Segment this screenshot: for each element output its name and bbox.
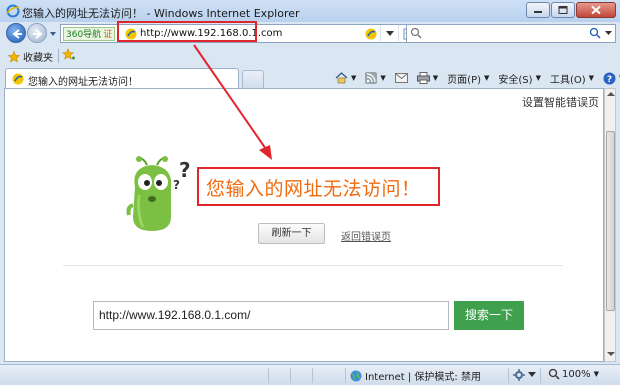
arrow-left-icon <box>12 29 22 39</box>
add-favorite-icon[interactable] <box>62 48 76 62</box>
recent-pages-dropdown-icon[interactable] <box>49 30 57 38</box>
home-button[interactable]: ▼ <box>335 72 356 84</box>
feeds-button[interactable]: ▼ <box>365 72 386 84</box>
scrollbar-thumb[interactable] <box>606 131 615 311</box>
zoom-icon <box>548 368 560 380</box>
page-content: 设置智能错误页 ? ? 您输入的网址无法访问！ 刷新一下 返回错误页 http:… <box>4 88 604 362</box>
status-tools <box>513 369 536 381</box>
forward-button[interactable] <box>27 23 47 43</box>
minimize-icon <box>534 11 542 13</box>
page-menu-label: 页面(P) <box>447 74 482 86</box>
chevron-down-icon <box>385 30 394 36</box>
compat-view-button[interactable] <box>362 25 380 42</box>
tab-label: 您输入的网址无法访问！ <box>28 77 138 88</box>
settings-link[interactable]: 设置智能错误页 <box>522 94 599 110</box>
globe-icon <box>350 370 362 381</box>
mail-icon <box>394 73 408 83</box>
url-highlight-box <box>117 21 257 42</box>
status-divider <box>268 368 269 383</box>
search-go-icon[interactable] <box>589 27 601 39</box>
search-button[interactable]: 搜索一下 <box>454 301 524 330</box>
status-bar: Internet | 保护模式: 禁用 100% ▼ <box>0 364 620 385</box>
star-icon <box>8 50 20 63</box>
tools-menu-label: 工具(O) <box>549 74 586 86</box>
error-title: 您输入的网址无法访问！ <box>206 178 421 200</box>
back-to-error-link[interactable]: 返回错误页 <box>341 228 391 243</box>
svg-text:?: ? <box>179 158 191 182</box>
mascot-icon: ? ? <box>126 156 191 231</box>
tools-menu[interactable]: 工具(O) ▼ <box>550 71 594 86</box>
tab-row: 您输入的网址无法访问！ ▼ ▼ ▼ 页面(P) ▼ 安全(S) ▼ 工具(O) ▼ ? <box>0 67 620 89</box>
favorites-button[interactable]: 收藏夹 <box>8 49 53 64</box>
chevron-down-icon[interactable] <box>528 372 536 378</box>
status-divider <box>290 368 291 383</box>
new-tab-button[interactable] <box>242 70 264 88</box>
arrow-right-icon <box>33 29 43 39</box>
search-provider-dropdown-icon[interactable] <box>605 31 612 36</box>
zone-label: Internet | 保护模式: 禁用 <box>365 372 481 383</box>
zoom-control[interactable]: 100% ▼ <box>548 368 599 380</box>
window-controls <box>525 2 616 19</box>
mail-button[interactable] <box>394 73 408 83</box>
favorites-label: 收藏夹 <box>23 53 53 64</box>
print-button[interactable]: ▼ <box>416 72 438 84</box>
rss-icon <box>365 72 378 84</box>
help-button[interactable]: ? ▼ <box>603 72 620 85</box>
safety-menu[interactable]: 安全(S) ▼ <box>498 71 541 86</box>
search-icon <box>410 27 422 39</box>
status-divider <box>508 368 509 383</box>
security-zone[interactable]: Internet | 保护模式: 禁用 <box>350 368 481 383</box>
refresh-button[interactable]: 刷新一下 <box>258 223 325 244</box>
command-bar: ▼ ▼ ▼ 页面(P)▼ 安全(S)▼ 工具(O)▼ ? ▼ <box>335 69 620 87</box>
vertical-scrollbar[interactable] <box>604 88 616 362</box>
divider <box>63 265 563 266</box>
maximize-button[interactable] <box>551 2 575 18</box>
settings-gear-icon[interactable] <box>513 369 525 381</box>
close-button[interactable] <box>576 2 616 18</box>
close-icon <box>591 5 601 15</box>
address-dropdown[interactable] <box>380 25 398 42</box>
minimize-button[interactable] <box>526 2 550 18</box>
search-url-input[interactable]: http://www.192.168.0.1.com/ <box>93 301 449 330</box>
search-box[interactable] <box>406 24 616 43</box>
status-divider <box>345 368 346 383</box>
favorites-bar: 收藏夹 <box>0 46 620 66</box>
help-icon: ? <box>603 72 616 85</box>
favorites-separator <box>58 49 59 63</box>
scroll-down-icon[interactable] <box>607 351 615 359</box>
tab-active[interactable]: 您输入的网址无法访问！ <box>5 68 239 89</box>
safety-menu-label: 安全(S) <box>498 74 533 86</box>
ie-logo-icon <box>6 4 20 18</box>
tab-page-icon <box>12 73 24 85</box>
zoom-level: 100% <box>562 368 591 380</box>
nav-360-badge[interactable]: 360导航证 <box>63 27 116 41</box>
compatibility-icon <box>365 28 377 39</box>
printer-icon <box>416 72 430 84</box>
page-menu[interactable]: 页面(P) ▼ <box>447 71 489 86</box>
scroll-up-icon[interactable] <box>607 91 615 99</box>
home-icon <box>335 72 348 84</box>
window-title: 您输入的网址无法访问！ - Windows Internet Explorer <box>22 7 300 20</box>
status-divider <box>312 368 313 383</box>
status-divider <box>540 368 541 383</box>
back-button[interactable] <box>6 23 26 43</box>
title-bar: 您输入的网址无法访问！ - Windows Internet Explorer <box>0 0 620 22</box>
svg-text:?: ? <box>607 75 612 85</box>
svg-text:?: ? <box>173 178 180 192</box>
maximize-icon <box>558 6 568 14</box>
